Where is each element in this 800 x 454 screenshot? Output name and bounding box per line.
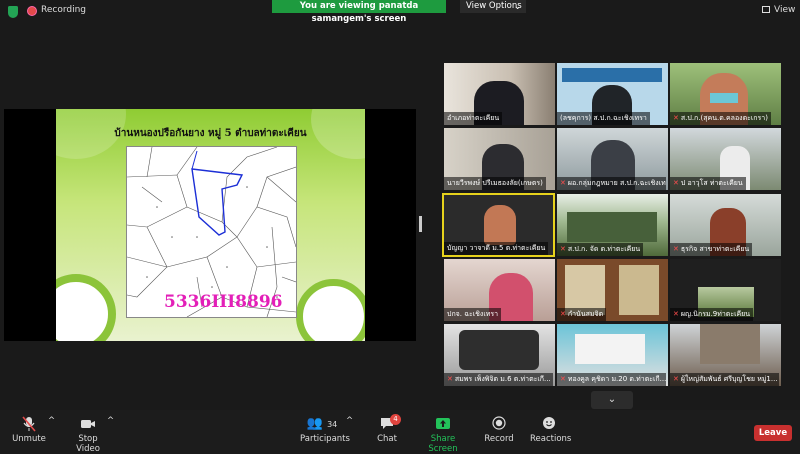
participant-name: ✕ ทองคูล คุชิดา ม.20 ต.ท่าตะเกี...: [557, 373, 666, 386]
stop-video-button[interactable]: Stop Video: [66, 416, 110, 454]
parcel-code: 5336III8896: [164, 292, 283, 312]
participant-tile[interactable]: ✕ ผญ.นิกรม.9ท่าตะเคียน: [670, 259, 781, 321]
presentation-slide: บ้านหนองปรือกันยาง หมู่ 5 ตำบลท่าตะเคียน: [56, 109, 365, 341]
mic-muted-icon: ✕: [560, 245, 566, 253]
grid-icon: [762, 6, 770, 13]
audio-options-caret-icon[interactable]: ^: [48, 416, 55, 426]
reactions-button[interactable]: Reactions: [530, 416, 572, 444]
share-screen-label: Share Screen: [428, 434, 458, 454]
recording-icon: [27, 6, 37, 16]
record-label: Record: [484, 434, 514, 444]
viewing-screen-banner: You are viewing panatda samangem's scree…: [272, 0, 446, 24]
shared-screen: บ้านหนองปรือกันยาง หมู่ 5 ตำบลท่าตะเคียน: [4, 109, 416, 341]
participant-tile[interactable]: ✕ ผอ.กลุ่มกฎหมาย ส.ป.ก.ฉะเชิงเทรา: [557, 128, 668, 190]
top-bar: Recording You are viewing panatda samang…: [0, 0, 800, 24]
participant-tile[interactable]: ✕ ทองคูล คุชิดา ม.20 ต.ท่าตะเกี...: [557, 324, 668, 386]
mic-muted-icon: ✕: [447, 375, 453, 383]
recording-label: Recording: [41, 5, 87, 15]
view-label: View: [774, 5, 796, 15]
reactions-icon: [530, 416, 568, 432]
splitter-handle[interactable]: [419, 216, 422, 232]
participant-tile[interactable]: ✕ กำนันสมจิต: [557, 259, 668, 321]
participant-tile[interactable]: ✕ ผู้ใหญ่สัมพันธ์ ศรีบุญโชย หมู่1...: [670, 324, 781, 386]
participants-count: 34: [327, 420, 338, 429]
participant-name: ✕ ผญ.นิกรม.9ท่าตะเคียน: [670, 308, 754, 321]
chevron-down-icon: ⌄: [514, 2, 521, 11]
participants-icon: 👥: [306, 416, 323, 431]
participant-name: บัญญา วาจาดี ม.5 ต.ท่าตะเคียน: [444, 242, 549, 255]
participant-name: ✕ กำนันสมจิต: [557, 308, 607, 321]
active-speaker-tile[interactable]: บัญญา วาจาดี ม.5 ต.ท่าตะเคียน: [442, 193, 555, 257]
stop-video-label: Stop Video: [76, 434, 100, 454]
microphone-muted-icon: [12, 416, 46, 432]
participant-tile[interactable]: ✕ ส.ป.ก. จัด ต.ท่าตะเคียน: [557, 194, 668, 256]
participant-name: ✕ ส.ป.ก. จัด ต.ท่าตะเคียน: [557, 243, 644, 256]
unmute-label: Unmute: [12, 434, 46, 444]
participant-name: ✕ ส.ป.ก.(สุคน.ต.คลองตะเกรา): [670, 112, 771, 125]
mic-muted-icon: ✕: [560, 179, 566, 187]
meeting-toolbar: Unmute ^ Stop Video ^ 👥 34 Participants …: [0, 410, 800, 454]
participant-tile[interactable]: อำเภอท่าตะเคียน: [444, 63, 555, 125]
participant-name: ✕ ผู้ใหญ่สัมพันธ์ ศรีบุญโชย หมู่1...: [670, 373, 779, 386]
participant-name: ✕ ธุรกิจ สาขาท่าตะเคียน: [670, 243, 753, 256]
unmute-button[interactable]: Unmute: [12, 416, 46, 444]
share-screen-icon: [418, 416, 468, 432]
chat-label: Chat: [377, 434, 397, 444]
participant-tile[interactable]: ✕ ส.ป.ก.(สุคน.ต.คลองตะเกรา): [670, 63, 781, 125]
view-options-button[interactable]: View Options ⌄: [460, 0, 526, 13]
participant-name: ปกจ. ฉะเชิงเทรา: [444, 308, 502, 321]
more-participants-chevron-icon[interactable]: ⌄: [591, 391, 633, 409]
view-button[interactable]: View: [762, 5, 795, 15]
participants-label: Participants: [300, 434, 350, 444]
participant-name: ✕ ป อาวุโส ท่าตะเคียน: [670, 177, 746, 190]
video-camera-icon: [66, 416, 110, 432]
share-screen-button[interactable]: Share Screen: [418, 416, 468, 454]
record-icon: [484, 416, 514, 432]
participant-tile[interactable]: (ลชคุการ) ส.ป.ก.ฉะเชิงเทรา: [557, 63, 668, 125]
shield-icon[interactable]: [8, 6, 18, 18]
participant-tile[interactable]: นายวีรพงษ์ ปรีเมธองลัย(เกษตร): [444, 128, 555, 190]
participant-tile[interactable]: ปกจ. ฉะเชิงเทรา: [444, 259, 555, 321]
participant-tile[interactable]: ✕ ธุรกิจ สาขาท่าตะเคียน: [670, 194, 781, 256]
mic-muted-icon: ✕: [560, 310, 566, 318]
participants-options-caret-icon[interactable]: ^: [346, 416, 353, 426]
record-button[interactable]: Record: [484, 416, 514, 444]
participant-silhouette: [459, 330, 539, 370]
chat-button[interactable]: 4 Chat: [374, 414, 401, 444]
decorative-circle: [296, 279, 365, 341]
participant-silhouette: [484, 205, 516, 245]
slide-title: บ้านหนองปรือกันยาง หมู่ 5 ตำบลท่าตะเคียน: [114, 128, 307, 139]
participant-name: ✕ สมพร เพ็งพิจิต ม.6 ต.ท่าตะเกี...: [444, 373, 553, 386]
participant-name: (ลชคุการ) ส.ป.ก.ฉะเชิงเทรา: [557, 112, 650, 125]
leave-button[interactable]: Leave: [754, 425, 792, 441]
mic-muted-icon: ✕: [673, 114, 679, 122]
participants-button[interactable]: 👥 34 Participants: [300, 416, 350, 444]
video-options-caret-icon[interactable]: ^: [107, 416, 114, 426]
participant-name: ✕ ผอ.กลุ่มกฎหมาย ส.ป.ก.ฉะเชิงเทรา: [557, 177, 666, 190]
reactions-label: Reactions: [530, 434, 572, 444]
mic-muted-icon: ✕: [673, 245, 679, 253]
mic-muted-icon: ✕: [560, 375, 566, 383]
participant-name: อำเภอท่าตะเคียน: [444, 112, 503, 125]
mic-muted-icon: ✕: [673, 179, 679, 187]
decorative-circle: [56, 274, 116, 341]
participant-tile[interactable]: ✕ สมพร เพ็งพิจิต ม.6 ต.ท่าตะเกี...: [444, 324, 555, 386]
mic-muted-icon: ✕: [673, 310, 679, 318]
mic-muted-icon: ✕: [673, 375, 679, 383]
participant-tile[interactable]: ✕ ป อาวุโส ท่าตะเคียน: [670, 128, 781, 190]
participant-name: นายวีรพงษ์ ปรีเมธองลัย(เกษตร): [444, 177, 546, 190]
chat-unread-badge: 4: [390, 414, 401, 425]
